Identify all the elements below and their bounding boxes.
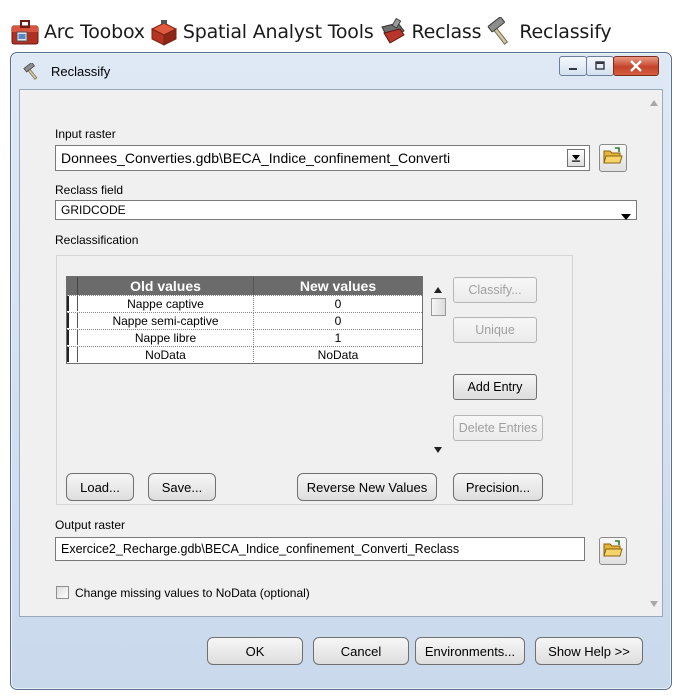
hammer-icon — [485, 17, 515, 47]
breadcrumb-item-spatial-analyst[interactable]: Spatial Analyst Tools — [149, 17, 374, 47]
breadcrumb-item-reclassify[interactable]: Reclassify — [485, 17, 612, 47]
close-button[interactable] — [613, 56, 659, 76]
minimize-icon — [560, 57, 586, 75]
maximize-button[interactable] — [586, 56, 614, 76]
output-raster-label: Output raster — [55, 518, 126, 532]
breadcrumb-item-arc-toolbox[interactable]: Arc Toobox — [10, 17, 145, 47]
new-value-cell[interactable]: 1 — [254, 330, 422, 345]
input-raster-combobox[interactable]: Donnees_Converties.gdb\BECA_Indice_confi… — [55, 145, 590, 171]
column-header-new-values[interactable]: New values — [254, 277, 422, 295]
toolbox-red-icon — [10, 17, 40, 47]
old-value-cell[interactable]: Nappe semi-captive — [78, 313, 254, 328]
window-controls — [559, 56, 659, 76]
scroll-down-icon[interactable] — [645, 595, 662, 612]
scroll-up-icon[interactable] — [645, 94, 662, 111]
breadcrumb-label: Reclass — [411, 21, 482, 43]
environments-button[interactable]: Environments... — [415, 637, 525, 665]
folder-open-icon — [603, 539, 623, 563]
row-selector[interactable] — [67, 347, 78, 362]
reclass-field-select[interactable]: GRIDCODE — [55, 200, 637, 220]
input-raster-dropdown-button[interactable] — [567, 149, 585, 167]
dialog-scrollbar[interactable] — [645, 90, 662, 616]
reclassify-window: Reclassify Input raster Donnees_Converti… — [10, 52, 672, 690]
ok-button[interactable]: OK — [207, 637, 303, 665]
scroll-down-icon[interactable] — [434, 440, 442, 458]
new-value-cell[interactable]: 0 — [254, 296, 422, 311]
hammer-icon — [23, 61, 41, 86]
load-button[interactable]: Load... — [66, 473, 134, 501]
new-value-cell[interactable]: NoData — [254, 347, 422, 362]
row-selector[interactable] — [67, 313, 78, 328]
old-value-cell[interactable]: Nappe libre — [78, 330, 254, 345]
classify-button[interactable]: Classify... — [453, 277, 537, 303]
row-header-cell — [67, 277, 78, 295]
new-value-cell[interactable]: 0 — [254, 313, 422, 328]
window-title: Reclassify — [51, 64, 111, 79]
breadcrumb-label: Spatial Analyst Tools — [182, 21, 374, 43]
breadcrumb-item-reclass[interactable]: Reclass — [378, 17, 482, 47]
minimize-button[interactable] — [559, 56, 587, 76]
missing-values-checkbox[interactable] — [56, 586, 69, 599]
old-value-cell[interactable]: NoData — [78, 347, 254, 362]
breadcrumb: Arc Toobox Spatial Analyst Tools Reclass — [10, 14, 615, 50]
row-selector[interactable] — [67, 330, 78, 345]
folder-open-icon — [603, 146, 623, 170]
column-header-old-values[interactable]: Old values — [78, 277, 254, 295]
missing-values-label: Change missing values to NoData (optiona… — [75, 586, 310, 600]
breadcrumb-label: Reclassify — [519, 21, 612, 43]
reclassification-label: Reclassification — [55, 233, 139, 247]
delete-entries-button[interactable]: Delete Entries — [453, 415, 543, 441]
row-selector[interactable] — [67, 296, 78, 311]
table-row[interactable]: NoData NoData — [67, 346, 422, 362]
browse-output-raster-button[interactable] — [599, 537, 627, 565]
output-raster-field[interactable]: Exercice2_Recharge.gdb\BECA_Indice_confi… — [55, 537, 585, 561]
unique-button[interactable]: Unique — [453, 317, 537, 343]
table-header-row: Old values New values — [67, 277, 422, 295]
table-scrollbar[interactable] — [430, 276, 447, 462]
input-raster-label: Input raster — [55, 127, 116, 141]
precision-button[interactable]: Precision... — [453, 473, 543, 501]
maximize-icon — [587, 57, 613, 75]
chevron-down-icon — [571, 149, 581, 167]
add-entry-button[interactable]: Add Entry — [453, 374, 537, 400]
table-row[interactable]: Nappe semi-captive 0 — [67, 312, 422, 328]
title-bar[interactable]: Reclassify — [11, 53, 671, 91]
cancel-button[interactable]: Cancel — [313, 637, 409, 665]
save-button[interactable]: Save... — [148, 473, 216, 501]
toolset-icon — [378, 17, 408, 47]
old-value-cell[interactable]: Nappe captive — [78, 296, 254, 311]
chevron-down-icon[interactable] — [621, 207, 631, 225]
scroll-up-icon[interactable] — [434, 280, 442, 298]
reclass-field-label: Reclass field — [55, 183, 124, 197]
scroll-thumb[interactable] — [431, 298, 446, 316]
breadcrumb-label: Arc Toobox — [44, 21, 145, 43]
reclass-table[interactable]: Old values New values Nappe captive 0 Na… — [66, 276, 423, 364]
table-row[interactable]: Nappe libre 1 — [67, 329, 422, 345]
close-icon — [614, 57, 658, 75]
reverse-new-values-button[interactable]: Reverse New Values — [297, 473, 437, 501]
browse-input-raster-button[interactable] — [599, 144, 627, 172]
toolbox-icon — [149, 17, 179, 47]
show-help-button[interactable]: Show Help >> — [535, 637, 643, 665]
table-row[interactable]: Nappe captive 0 — [67, 295, 422, 311]
